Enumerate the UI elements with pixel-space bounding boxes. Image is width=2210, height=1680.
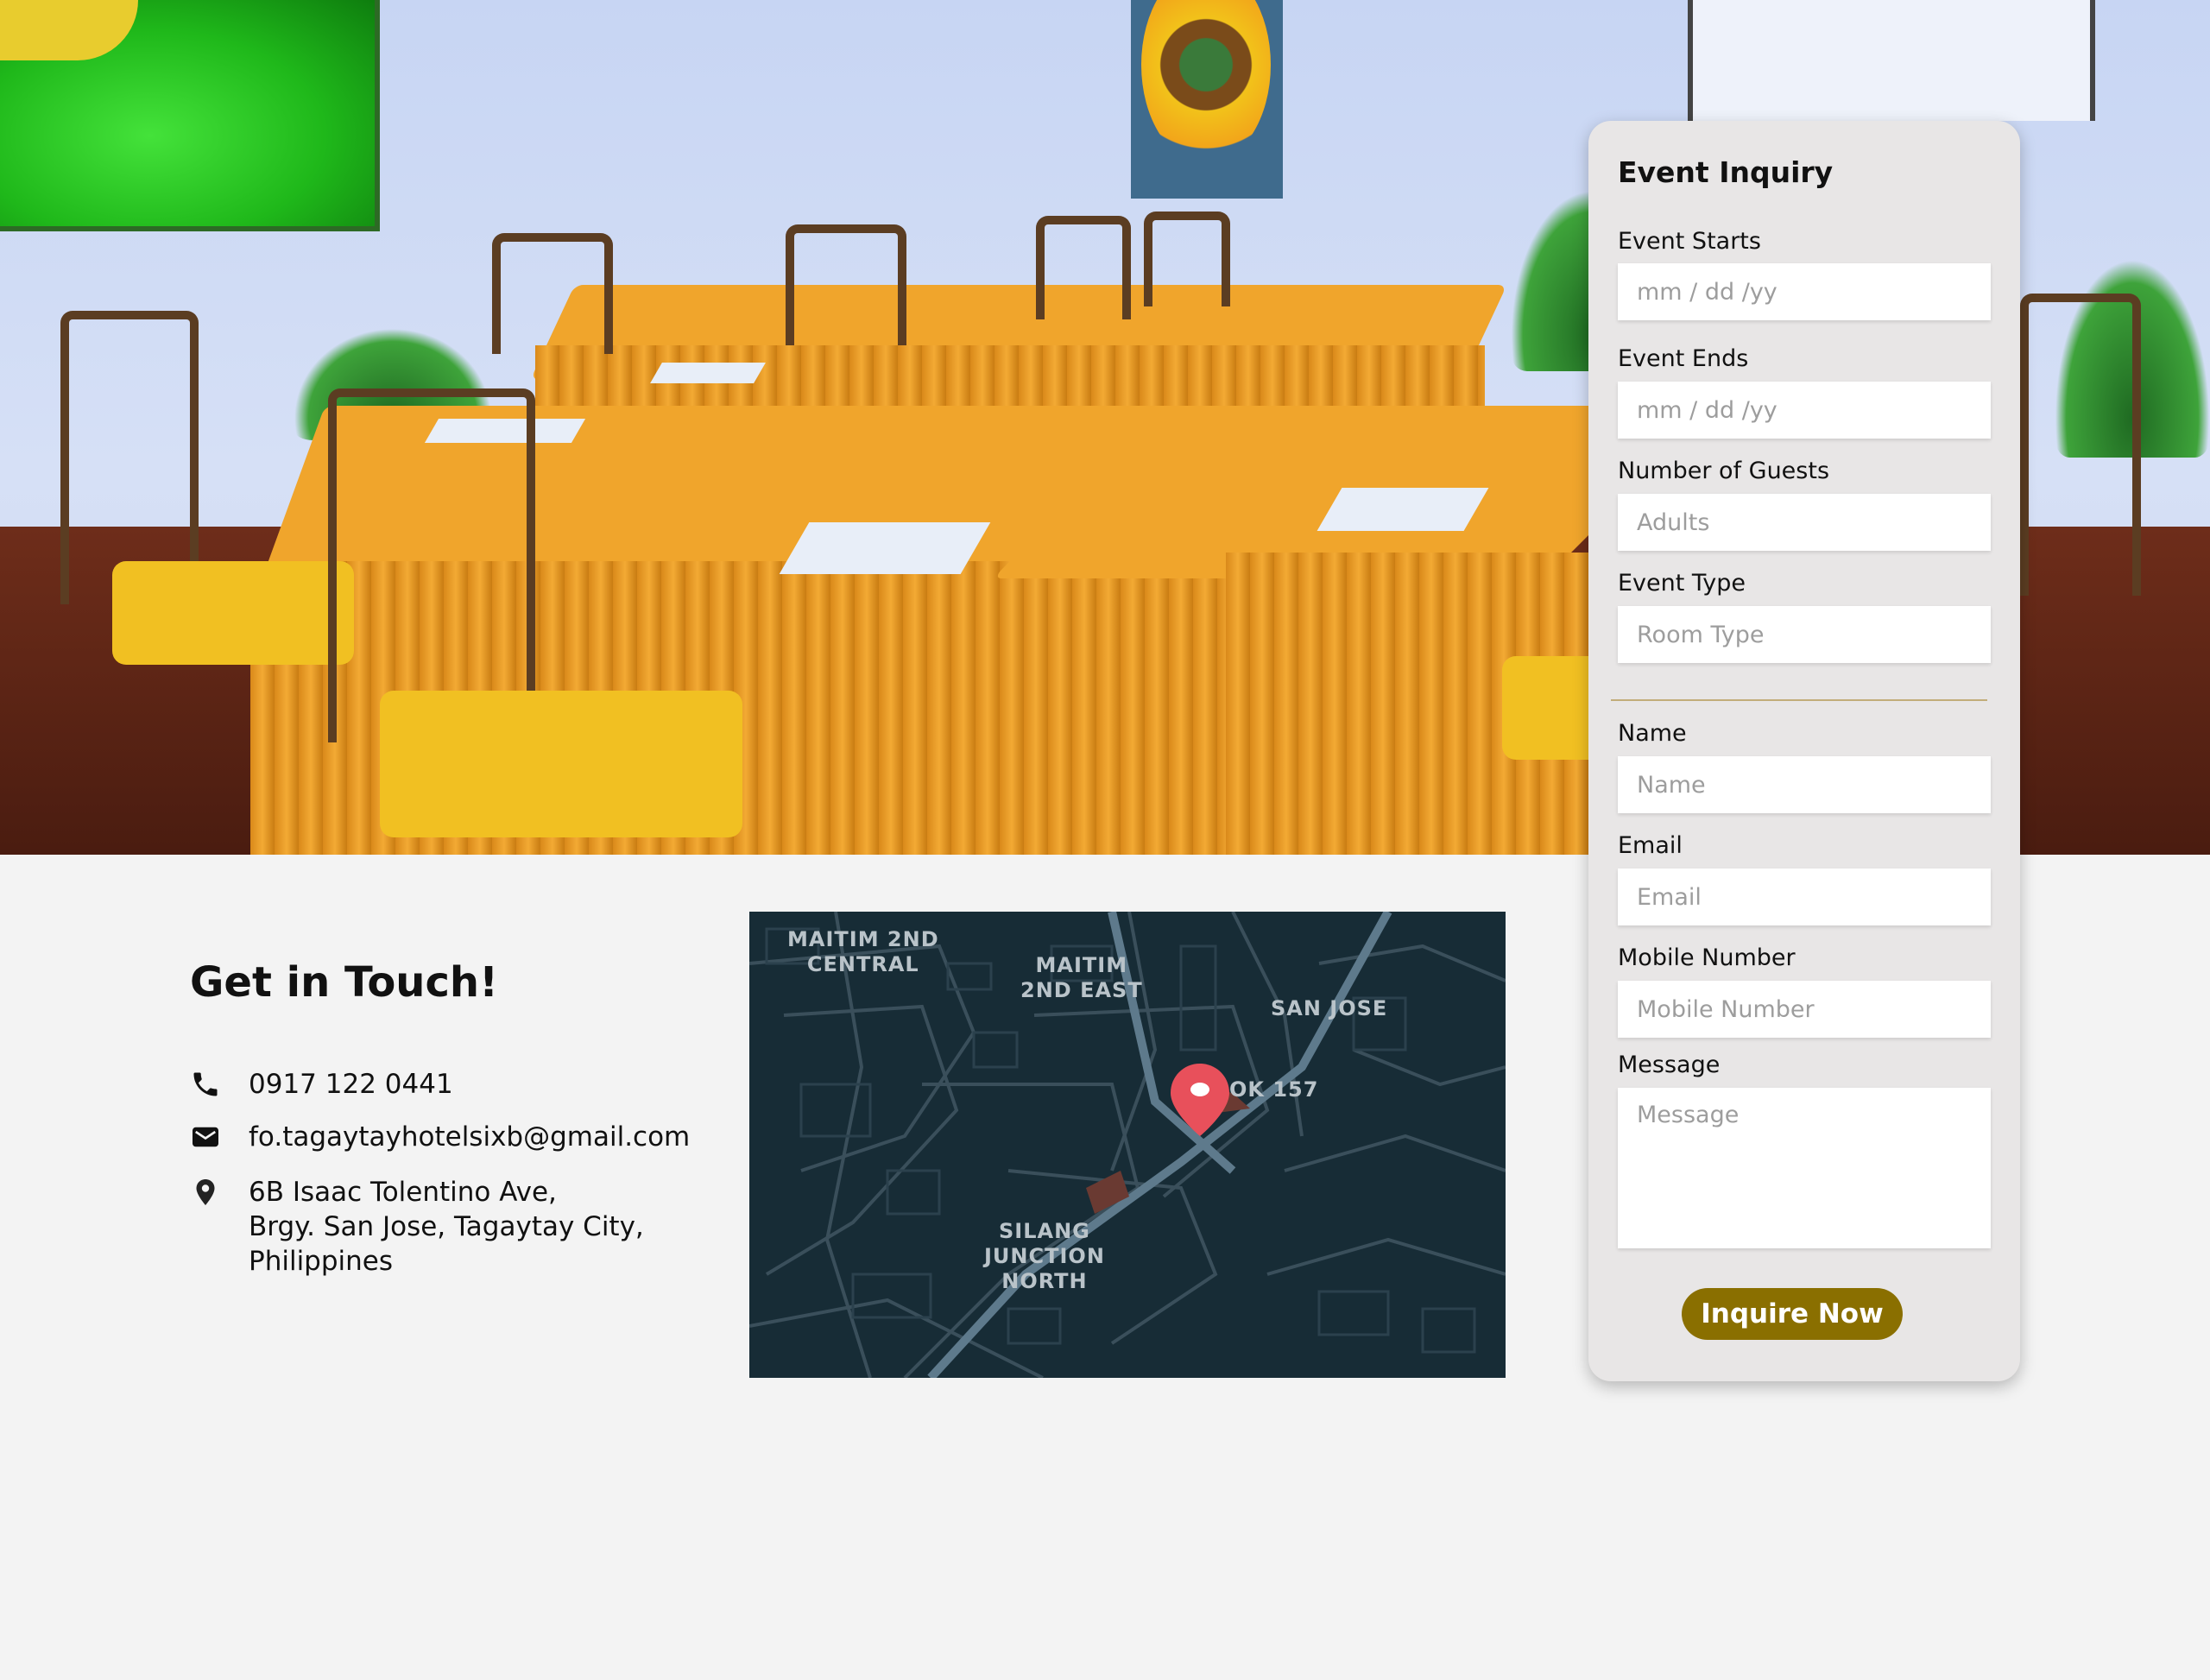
chair	[786, 224, 906, 345]
chair	[2020, 294, 2141, 596]
mail-icon	[193, 1127, 218, 1147]
address-line: Brgy. San Jose, Tagaytay City,	[249, 1211, 644, 1242]
event-inquiry-form: Event Inquiry Event Starts Event Ends Nu…	[1588, 121, 2020, 1381]
inquire-now-button[interactable]: Inquire Now	[1682, 1288, 1903, 1340]
name-label: Name	[1618, 720, 1687, 747]
email-input[interactable]	[1618, 868, 1991, 925]
message-label: Message	[1618, 1052, 1721, 1078]
contact-email: fo.tagaytayhotelsixb@gmail.com	[190, 1120, 690, 1153]
mobile-label: Mobile Number	[1618, 944, 1796, 971]
event-ends-label: Event Ends	[1618, 345, 1749, 372]
contact-phone: 0917 122 0441	[190, 1067, 453, 1100]
chair	[492, 233, 613, 354]
paper-sheet	[650, 363, 766, 383]
phone-number: 0917 122 0441	[249, 1069, 453, 1100]
paper-sheet	[1317, 488, 1489, 531]
address-line: Philippines	[249, 1246, 394, 1277]
sunflower-painting	[1131, 0, 1283, 199]
landscape-painting	[0, 0, 380, 231]
contact-heading: Get in Touch!	[190, 958, 498, 1007]
paper-sheet	[779, 522, 991, 574]
address-line: 6B Isaac Tolentino Ave,	[249, 1177, 557, 1208]
phone-icon	[193, 1072, 218, 1096]
chair	[1144, 212, 1230, 306]
form-title: Event Inquiry	[1618, 155, 1834, 189]
location-pin-icon	[196, 1179, 215, 1205]
contact-section: Get in Touch! 0917 122 0441 fo.tagaytayh…	[190, 958, 690, 1277]
map-label-san-jose: SAN JOSE	[1271, 996, 1388, 1020]
chair-seat	[380, 691, 742, 837]
form-divider	[1611, 699, 1987, 701]
address: 6B Isaac Tolentino Ave, Brgy. San Jose, …	[249, 1175, 698, 1279]
map-label-maitim-central: MAITIM 2ND CENTRAL	[787, 927, 939, 976]
chair	[1036, 216, 1131, 319]
location-map[interactable]: MAITIM 2ND CENTRAL MAITIM 2ND EAST SAN JOS…	[749, 912, 1506, 1378]
map-label-silang: SILANG JUNCTION NORTH	[984, 1219, 1105, 1293]
email-address[interactable]: fo.tagaytayhotelsixb@gmail.com	[249, 1120, 690, 1154]
contact-address: 6B Isaac Tolentino Ave, Brgy. San Jose, …	[190, 1175, 644, 1277]
chair-seat	[112, 561, 354, 665]
event-ends-input[interactable]	[1618, 382, 1991, 439]
map-label-maitim-east: MAITIM 2ND EAST	[1020, 953, 1143, 1002]
mobile-input[interactable]	[1618, 981, 1991, 1038]
event-starts-input[interactable]	[1618, 263, 1991, 320]
message-textarea[interactable]	[1618, 1088, 1991, 1248]
event-type-label: Event Type	[1618, 570, 1746, 597]
map-label-purok: OK 157	[1229, 1077, 1319, 1102]
event-starts-label: Event Starts	[1618, 228, 1761, 255]
chair	[328, 388, 535, 742]
guests-label: Number of Guests	[1618, 458, 1830, 484]
email-label: Email	[1618, 832, 1683, 859]
name-input[interactable]	[1618, 756, 1991, 813]
event-type-input[interactable]	[1618, 606, 1991, 663]
guests-input[interactable]	[1618, 494, 1991, 551]
projector-screen	[1688, 0, 2095, 121]
chair	[60, 311, 199, 604]
